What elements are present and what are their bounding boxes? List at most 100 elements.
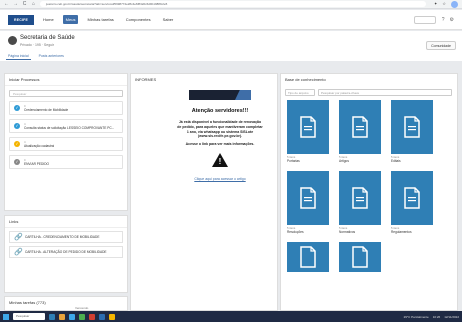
knowledge-card[interactable]: 5 itens Editais: [391, 100, 433, 163]
process-item[interactable]: ✓ 0 Credenciamento de Mobilidade: [9, 101, 123, 115]
file-icon: [300, 187, 316, 209]
link-text: CARTILHA - CREDENCIAMENTO DE MOBILIDADE: [25, 235, 100, 239]
link-item[interactable]: 🔗 CARTILHA - ALTERAÇÃO DE PEDIDO DE MOBI…: [9, 246, 123, 258]
help-icon[interactable]: ?: [442, 17, 445, 23]
minhas-tarefas-panel: Minhas tarefas (773) Vencendo: [4, 296, 128, 311]
knowledge-card[interactable]: 5 itens Resoluções: [287, 171, 329, 234]
nav-minhas-tarefas[interactable]: Minhas tarefas: [84, 15, 116, 24]
process-name: Atualização cadastral: [24, 144, 55, 148]
tab-posts-anteriores[interactable]: Posts anteriores: [37, 53, 66, 60]
topbar-icons: ? ⚙: [442, 17, 454, 23]
notice-heading: Atenção servidores!!!: [191, 108, 249, 114]
comunidade-button[interactable]: Comunidade: [426, 41, 456, 50]
profile-avatar[interactable]: [451, 0, 458, 8]
document-thumbnail: [287, 171, 329, 225]
document-thumbnail: [391, 100, 433, 154]
app-icon[interactable]: [59, 313, 65, 320]
document-thumbnail: [339, 242, 381, 272]
reload-button[interactable]: C: [22, 1, 27, 7]
knowledge-card[interactable]: [339, 242, 381, 272]
card-name: Normativos: [339, 230, 356, 234]
nav-meus[interactable]: Meus: [62, 15, 79, 24]
file-icon: [404, 116, 420, 138]
minhas-tarefas-title: Minhas tarefas (773): [9, 300, 46, 305]
link-icon: 🔗: [14, 233, 23, 241]
address-bar[interactable]: juazeiro.ceb.gov.br/saude/secretaria?tab…: [40, 1, 427, 7]
links-panel: Links 🔗 CARTILHA - CREDENCIAMENTO DE MOB…: [4, 215, 128, 293]
file-icon: [300, 246, 316, 268]
notice-banner: [189, 90, 251, 100]
nav-home[interactable]: Home: [40, 15, 57, 24]
app-topbar: RECIFE Home Meus Minhas tarefas Componen…: [0, 10, 462, 30]
file-icon: [352, 187, 368, 209]
nav-componentes[interactable]: Componentes: [123, 15, 154, 24]
bookmark-icon[interactable]: ☆: [442, 1, 446, 8]
file-icon: [300, 116, 316, 138]
weather-text: 29°C Parcialmente: [403, 314, 429, 319]
extensions-icon[interactable]: ✦: [434, 1, 437, 8]
process-icon: ✓: [14, 141, 20, 147]
knowledge-card[interactable]: 5 itens Artigos: [339, 100, 381, 163]
process-name: Credenciamento de Mobilidade: [24, 108, 69, 112]
app-icon[interactable]: [79, 313, 85, 320]
link-text: CARTILHA - ALTERAÇÃO DE PEDIDO DE MOBILI…: [25, 250, 107, 254]
page-title: Secretaria de Saúde: [20, 35, 75, 41]
card-name: Portarias: [287, 159, 300, 163]
document-thumbnail: [339, 171, 381, 225]
notice-card: Atenção servidores!!! Já está disponível…: [177, 90, 263, 181]
notice-body-secondary: Acesse o link para ver mais informações.: [185, 142, 255, 147]
process-item[interactable]: ✓ 4 Atualização cadastral: [9, 137, 123, 151]
taskbar-search[interactable]: Pesquisar: [13, 313, 45, 320]
process-name: ENVIAR PEDIDO: [24, 162, 49, 166]
settings-icon[interactable]: ⚙: [450, 17, 454, 23]
clock-time: 10:26: [432, 314, 441, 319]
link-icon: 🔗: [14, 248, 23, 256]
informes-panel: INFORMES Atenção servidores!!! Já está d…: [130, 73, 278, 311]
process-item[interactable]: ✓ 4 Consulta status de solicitação LESSE…: [9, 119, 123, 133]
tab-pagina-inicial[interactable]: Página inicial: [6, 53, 31, 60]
card-name: Regulamentos: [391, 230, 412, 234]
card-name: Editais: [391, 159, 401, 163]
process-item[interactable]: ✓ 0 ENVIAR PEDIDO: [9, 155, 123, 169]
keyword-search-input[interactable]: Pesquisar por palavra-chave: [318, 89, 452, 96]
base-conhecimento-title: Base de conhecimento: [285, 77, 326, 82]
document-thumbnail: [339, 100, 381, 154]
browser-actions: ✦ ☆: [434, 0, 458, 8]
card-name: Resoluções: [287, 230, 304, 234]
app-icon[interactable]: [49, 313, 55, 320]
notice-body: Já está disponível a funcionalidade de r…: [177, 120, 263, 139]
vencendo-indicator: Vencendo: [75, 306, 89, 310]
app-icon[interactable]: [69, 313, 75, 320]
file-icon: [352, 246, 368, 268]
processos-search-input[interactable]: Pesquisar: [9, 90, 123, 97]
app-icon[interactable]: [109, 313, 115, 320]
recife-logo[interactable]: RECIFE: [8, 14, 34, 25]
nav-saber[interactable]: Saber: [160, 15, 177, 24]
org-avatar: [8, 36, 17, 45]
knowledge-card[interactable]: [287, 242, 329, 272]
warning-icon: !: [212, 152, 228, 167]
file-icon: [404, 187, 420, 209]
knowledge-card[interactable]: 5 itens Regulamentos: [391, 171, 433, 234]
card-name: Artigos: [339, 159, 349, 163]
document-thumbnail: [287, 242, 329, 272]
knowledge-card[interactable]: 5 itens Normativos: [339, 171, 381, 234]
browser-toolbar: ← → C ⌂ juazeiro.ceb.gov.br/saude/secret…: [0, 0, 462, 9]
forward-button[interactable]: →: [13, 1, 18, 7]
informes-title: INFORMES: [135, 77, 157, 82]
file-type-select[interactable]: Tipo de arquivo: [285, 89, 315, 96]
page-tabs: Página inicial Posts anteriores: [6, 53, 66, 60]
process-icon: ✓: [14, 105, 20, 111]
knowledge-grid: 5 itens Portarias 5 itens Artigos 5 iten…: [287, 100, 433, 272]
processos-title: Iniciar Processos: [5, 74, 127, 86]
knowledge-card[interactable]: 5 itens Portarias: [287, 100, 329, 163]
home-button[interactable]: ⌂: [31, 1, 36, 7]
app-icon[interactable]: [89, 313, 95, 320]
processos-panel: Iniciar Processos Pesquisar ✓ 0 Credenci…: [4, 73, 128, 211]
back-button[interactable]: ←: [4, 1, 9, 7]
notice-article-link[interactable]: Clique aqui para acessar o artigo: [194, 177, 245, 181]
topbar-search-input[interactable]: [413, 15, 436, 24]
link-item[interactable]: 🔗 CARTILHA - CREDENCIAMENTO DE MOBILIDAD…: [9, 231, 123, 243]
windows-start-icon[interactable]: [3, 313, 9, 320]
app-icon[interactable]: [99, 313, 105, 320]
